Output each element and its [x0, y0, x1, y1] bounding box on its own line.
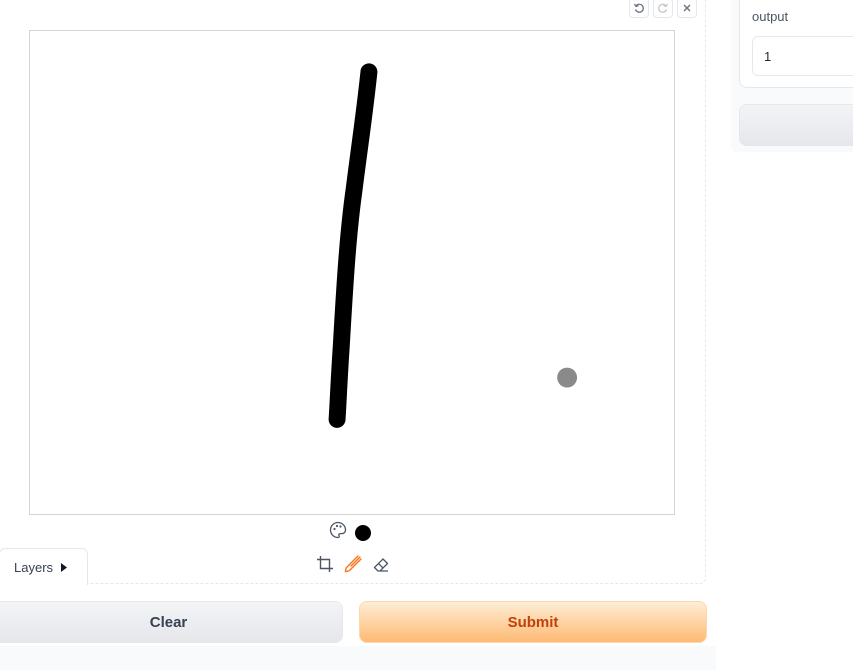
output-label: output	[752, 9, 789, 24]
canvas-toolbar	[629, 0, 697, 18]
layers-button[interactable]: Layers	[0, 548, 88, 585]
output-field[interactable]: 1	[752, 36, 853, 76]
eraser-icon[interactable]	[371, 554, 391, 574]
submit-button[interactable]: Submit	[359, 601, 707, 643]
brush-cursor	[557, 367, 578, 388]
caret-right-icon	[61, 562, 68, 572]
selected-color-swatch[interactable]	[355, 524, 371, 541]
drawn-stroke	[328, 63, 378, 428]
output-action-button[interactable]	[739, 104, 853, 146]
palette-icon[interactable]	[329, 521, 347, 544]
brush-icon[interactable]	[343, 554, 363, 574]
drawing-canvas[interactable]	[29, 30, 675, 515]
color-picker-row	[329, 521, 371, 544]
app-stage: Layers Clear Submit output 1	[0, 0, 853, 670]
submit-label: Submit	[507, 613, 559, 631]
clear-label: Clear	[149, 613, 188, 631]
close-icon	[683, 4, 691, 12]
layers-label: Layers	[14, 559, 54, 575]
redo-icon	[658, 3, 669, 13]
close-button[interactable]	[677, 0, 697, 18]
undo-button[interactable]	[629, 0, 649, 18]
drawing-tools-row	[315, 554, 391, 574]
bottom-strip	[0, 646, 716, 670]
sketchpad-panel: Layers	[0, 0, 706, 585]
crop-icon[interactable]	[315, 554, 335, 574]
clear-button[interactable]: Clear	[0, 601, 343, 643]
redo-button[interactable]	[653, 0, 673, 18]
undo-icon	[633, 3, 644, 13]
canvas-surface	[328, 63, 578, 428]
